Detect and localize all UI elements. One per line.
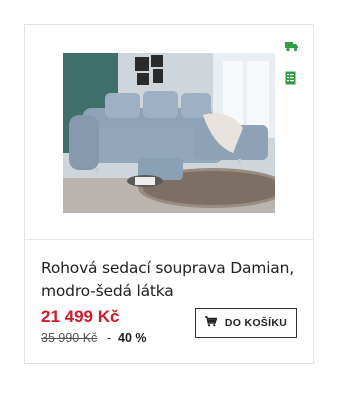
cart-icon [204,316,218,330]
current-price: 21 499 Kč [41,307,120,326]
sofa-photo [63,53,275,213]
product-title[interactable]: Rohová sedací souprava Damian, modro-šed… [41,257,303,303]
product-card[interactable]: Rohová sedací souprava Damian, modro-šed… [24,24,314,364]
old-price: 35 990 Kč [41,331,98,345]
price-separator: - [107,331,112,345]
product-image[interactable] [63,53,275,213]
discount-badge: 40 % [118,331,147,345]
add-to-cart-button[interactable]: DO KOŠÍKU [195,308,297,338]
spec-sheet-icon[interactable] [285,71,299,85]
product-image-area [25,25,313,240]
cart-button-label: DO KOŠÍKU [224,317,288,329]
truck-icon[interactable] [285,39,299,53]
